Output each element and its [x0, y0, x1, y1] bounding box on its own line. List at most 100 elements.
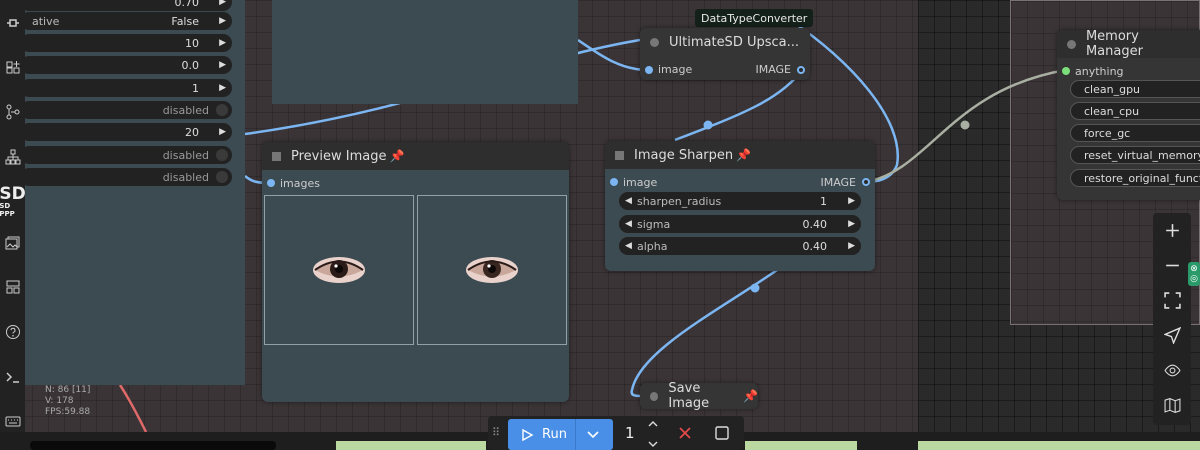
stat-nodes: N: 86 [11] — [45, 385, 91, 395]
select-mode-icon[interactable] — [1153, 318, 1191, 353]
node-tooltip: DataTypeConverter — [695, 9, 814, 27]
save-image-node[interactable]: Save Image 📌 — [640, 381, 758, 411]
sharpen-widget[interactable]: ◀ alpha 0.40 ▶ — [619, 237, 861, 255]
stat-vertices: V: 178 — [45, 396, 74, 406]
left-widget[interactable]: 0.0 ▶ — [20, 56, 232, 74]
increment-arrow-icon[interactable]: ▶ — [219, 127, 226, 137]
left-widget[interactable]: 0.70 ▶ — [20, 0, 232, 11]
left-widget[interactable]: 10 ▶ — [20, 34, 232, 52]
increment-arrow-icon[interactable]: ▶ — [219, 0, 226, 7]
zoom-out-icon[interactable] — [1153, 248, 1191, 283]
sharpen-widget[interactable]: ◀ sigma 0.40 ▶ — [619, 215, 861, 233]
upscale-node[interactable]: UltimateSD Upsca... image IMAGE — [640, 28, 810, 80]
toggle-icon[interactable] — [216, 104, 228, 116]
increment-arrow-icon[interactable]: ▶ — [219, 83, 226, 93]
node-title: UltimateSD Upsca... — [669, 34, 800, 50]
widget-label: sharpen_radius — [637, 194, 722, 208]
chevron-down-icon[interactable] — [575, 419, 609, 450]
memory-button[interactable]: restore_original_functi — [1070, 169, 1200, 187]
close-icon[interactable]: ⊗ — [1190, 264, 1198, 274]
templates-icon[interactable] — [0, 276, 25, 298]
batch-stepper[interactable] — [646, 420, 660, 448]
input-slot-dot[interactable] — [267, 179, 275, 187]
widget-label: alpha — [637, 239, 668, 253]
node-collapse-icon[interactable] — [650, 391, 659, 401]
node-collapse-icon[interactable] — [272, 151, 281, 161]
left-widget[interactable]: 1 ▶ — [20, 79, 232, 97]
left-widget[interactable]: 20 ▶ — [20, 123, 232, 141]
node-title: Preview Image — [291, 148, 387, 164]
help-icon[interactable] — [0, 321, 25, 343]
preview-image-2[interactable] — [417, 195, 567, 345]
chevron-up-icon[interactable] — [648, 420, 658, 428]
decrement-arrow-icon[interactable]: ◀ — [625, 219, 632, 229]
left-widget[interactable]: disabled — [20, 101, 232, 119]
node-collapse-icon[interactable] — [615, 150, 624, 160]
preview-image-1[interactable] — [264, 195, 414, 345]
image-strip-3 — [918, 441, 1200, 450]
run-label: Run — [542, 427, 567, 442]
memory-button[interactable]: clean_cpu — [1070, 102, 1200, 120]
node-title: Memory Manager — [1085, 29, 1143, 59]
input-slot-dot[interactable] — [610, 178, 618, 186]
output-slot-dot[interactable] — [797, 66, 805, 74]
node-library-icon[interactable] — [0, 146, 25, 168]
output-slot-label: IMAGE — [820, 176, 856, 189]
run-toolbar: ⠿ Run 1 — [488, 416, 744, 450]
memory-button[interactable]: reset_virtual_memory — [1070, 146, 1200, 164]
increment-arrow-icon[interactable]: ▶ — [219, 38, 226, 48]
node-collapse-icon[interactable] — [650, 37, 659, 47]
widget-value: 0.40 — [802, 217, 828, 231]
widget-value: 0.40 — [802, 239, 828, 253]
stat-fps: FPS:59.88 — [45, 407, 91, 417]
increment-arrow-icon[interactable]: ▶ — [848, 241, 855, 251]
eye-image — [313, 257, 365, 283]
zoom-in-icon[interactable] — [1153, 213, 1191, 248]
plug-icon[interactable] — [0, 12, 25, 34]
output-slot-dot[interactable] — [862, 178, 870, 186]
decrement-arrow-icon[interactable]: ◀ — [625, 241, 632, 251]
left-widget[interactable]: disabled — [20, 168, 232, 186]
workflow-icon[interactable] — [0, 101, 25, 123]
canvas-toolbar — [1153, 213, 1191, 425]
toggle-icon[interactable] — [216, 149, 228, 161]
run-button[interactable]: Run — [508, 419, 613, 450]
pin-icon: 📌 — [389, 149, 405, 163]
increment-arrow-icon[interactable]: ▶ — [848, 196, 855, 206]
increment-arrow-icon[interactable]: ▶ — [219, 16, 226, 26]
terminal-icon[interactable] — [0, 366, 25, 388]
memory-button[interactable]: clean_gpu — [1070, 80, 1200, 98]
stop-icon[interactable] — [715, 426, 729, 440]
sharpen-node[interactable]: Image Sharpen 📌 image IMAGE ◀ sharpen_rad… — [605, 141, 875, 271]
batch-count-input[interactable]: 1 — [625, 424, 635, 442]
input-slot-label: anything — [1075, 65, 1124, 78]
cancel-icon[interactable] — [678, 426, 692, 440]
output-slot-label: IMAGE — [755, 63, 791, 76]
copy-icon[interactable]: ◎ — [1190, 274, 1198, 284]
fit-view-icon[interactable] — [1153, 283, 1191, 318]
input-slot-dot[interactable] — [645, 66, 653, 74]
decrement-arrow-icon[interactable]: ◀ — [625, 196, 632, 206]
node-collapse-icon[interactable] — [1067, 39, 1076, 49]
sidebar: SD SD PPP — [0, 0, 26, 432]
scrollbar-thumb[interactable] — [30, 441, 276, 450]
chevron-down-icon[interactable] — [648, 440, 658, 448]
increment-arrow-icon[interactable]: ▶ — [848, 219, 855, 229]
reroute-dot-2 — [750, 283, 760, 293]
left-widget[interactable]: ative False ▶ — [20, 12, 232, 30]
drag-handle-icon[interactable]: ⠿ — [492, 426, 500, 439]
sdppp-plugin[interactable]: SD SD PPP — [0, 185, 26, 218]
widget-value: 0.70 — [174, 0, 200, 9]
gallery-icon[interactable] — [0, 232, 25, 254]
extensions-icon[interactable] — [0, 57, 25, 79]
input-slot-dot[interactable] — [1062, 67, 1070, 75]
keyboard-icon[interactable] — [0, 410, 25, 432]
toggle-icon[interactable] — [216, 171, 228, 183]
sharpen-widget[interactable]: ◀ sharpen_radius 1 ▶ — [619, 192, 861, 210]
minimap-icon[interactable] — [1153, 388, 1191, 423]
left-widget[interactable]: disabled — [20, 146, 232, 164]
increment-arrow-icon[interactable]: ▶ — [219, 60, 226, 70]
memory-button[interactable]: force_gc — [1070, 124, 1200, 142]
toggle-links-icon[interactable] — [1153, 353, 1191, 388]
floating-mini-icons[interactable]: ⊗ ◎ — [1188, 262, 1200, 286]
